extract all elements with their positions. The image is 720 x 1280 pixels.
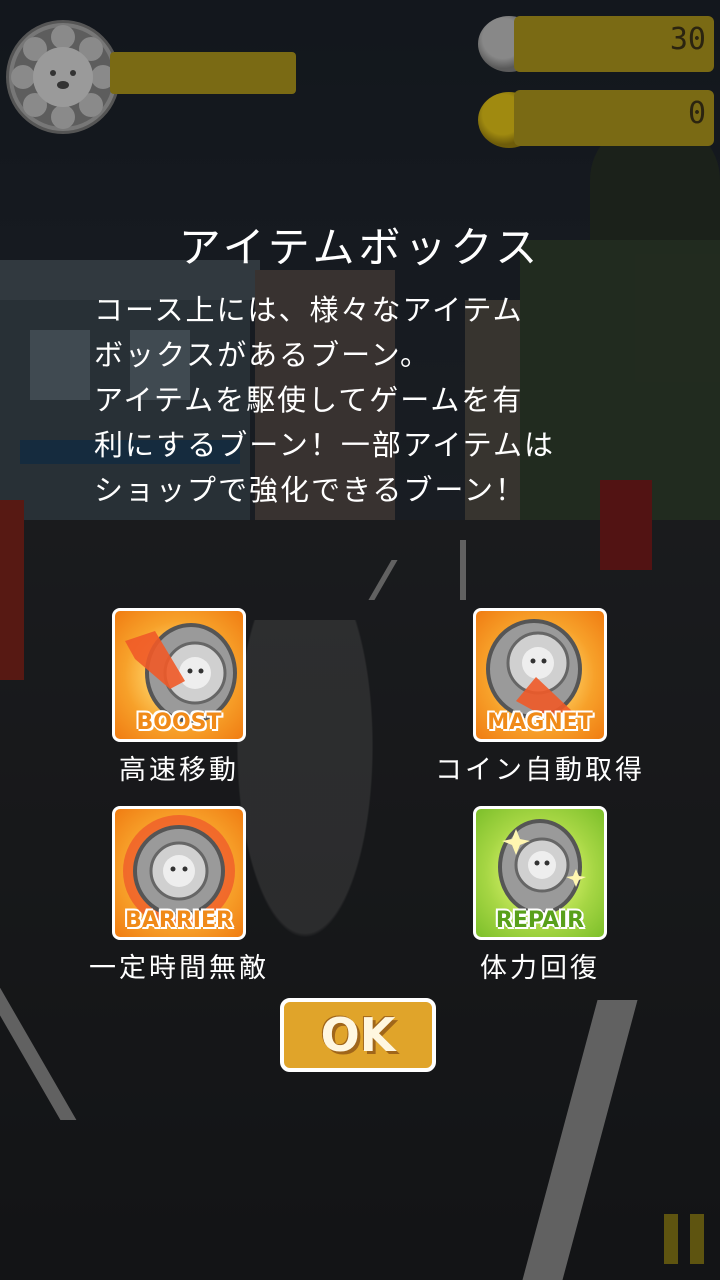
overlay-dimmer [0,0,720,1280]
description-line: ショップで強化できるブーン！ [94,473,526,507]
total-coins-value: 30 [669,22,706,57]
health-bar [110,52,296,94]
item-magnet: MAGNET コイン自動取得 [435,608,642,786]
game-scene-background [0,0,720,1280]
description-line: 利にするブーン！一部アイテムは [94,428,555,462]
description-line: コース上には、様々なアイテム [94,293,524,327]
item-tag: BARRIER [125,908,233,933]
description-line: ボックスがあるブーン。 [94,338,431,372]
lion-face-icon [6,20,120,134]
item-tag: BOOST [136,710,222,735]
item-label: 一定時間無敵 [89,953,269,984]
item-boost: BOOST 高速移動 [112,608,246,786]
item-barrier: BARRIER 一定時間無敵 [89,806,266,984]
item-label: 高速移動 [119,755,239,786]
ok-button[interactable]: OK [280,998,436,1072]
ok-button-label: OK [320,1008,396,1062]
dialog-description: コース上には、様々なアイテム ボックスがあるブーン。 アイテムを駆使してゲームを… [94,288,654,513]
item-repair: REPAIR 体力回復 [473,806,607,984]
total-coins-counter: 30 [514,16,714,72]
dialog-title: アイテムボックス [178,223,542,272]
description-line: アイテムを駆使してゲームを有 [94,383,524,417]
item-tag: MAGNET [487,710,593,735]
magnet-icon: MAGNET [473,608,607,742]
item-tag: REPAIR [495,908,585,933]
barrier-icon: BARRIER [112,806,246,940]
collected-coins-value: 0 [687,96,706,131]
item-label: 体力回復 [480,953,600,984]
item-label: コイン自動取得 [435,755,645,786]
boost-icon: BOOST [112,608,246,742]
pause-icon[interactable] [664,1214,708,1264]
repair-icon: REPAIR [473,806,607,940]
collected-coins-counter: 0 [514,90,714,146]
